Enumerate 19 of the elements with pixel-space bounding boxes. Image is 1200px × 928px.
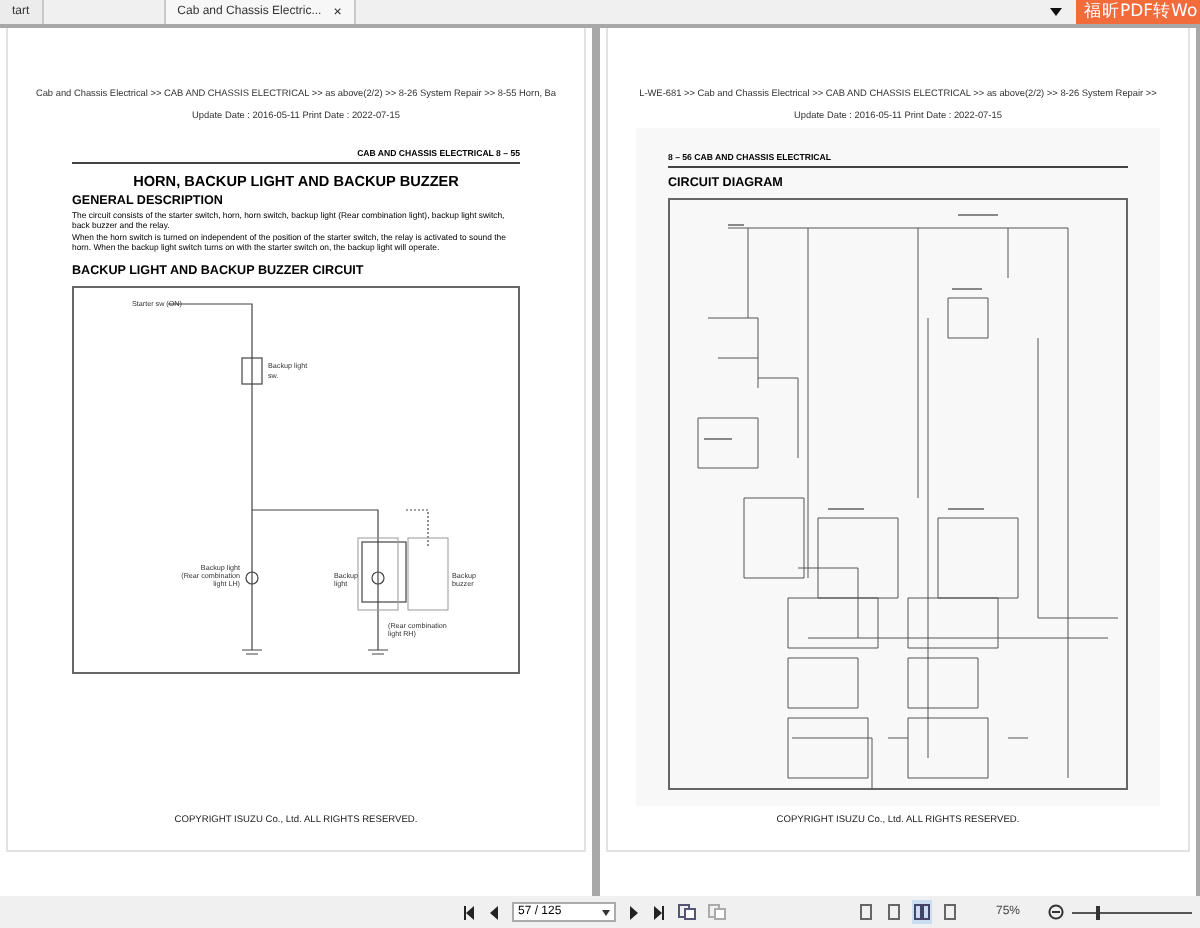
next-page-button[interactable] bbox=[624, 900, 642, 924]
next-icon bbox=[626, 905, 640, 919]
first-page-icon bbox=[462, 905, 476, 919]
slider-thumb[interactable] bbox=[1096, 905, 1101, 919]
view-mode-button[interactable] bbox=[856, 900, 876, 924]
view-mode-button[interactable] bbox=[940, 900, 960, 924]
dropdown-icon[interactable] bbox=[1050, 8, 1062, 16]
previous-page-button[interactable] bbox=[486, 900, 504, 924]
last-page-button[interactable] bbox=[650, 900, 668, 924]
last-page-icon bbox=[652, 905, 666, 919]
pages-button[interactable] bbox=[676, 900, 698, 924]
zoom-out-icon[interactable] bbox=[1048, 904, 1065, 920]
caret-icon bbox=[602, 909, 610, 915]
view-mode-button[interactable] bbox=[912, 900, 932, 924]
view-mode-button[interactable] bbox=[884, 900, 904, 924]
previous-icon bbox=[488, 905, 502, 919]
page-layout-icon bbox=[914, 904, 930, 920]
page-layout-icon bbox=[942, 904, 958, 920]
first-page-button[interactable] bbox=[460, 900, 478, 924]
